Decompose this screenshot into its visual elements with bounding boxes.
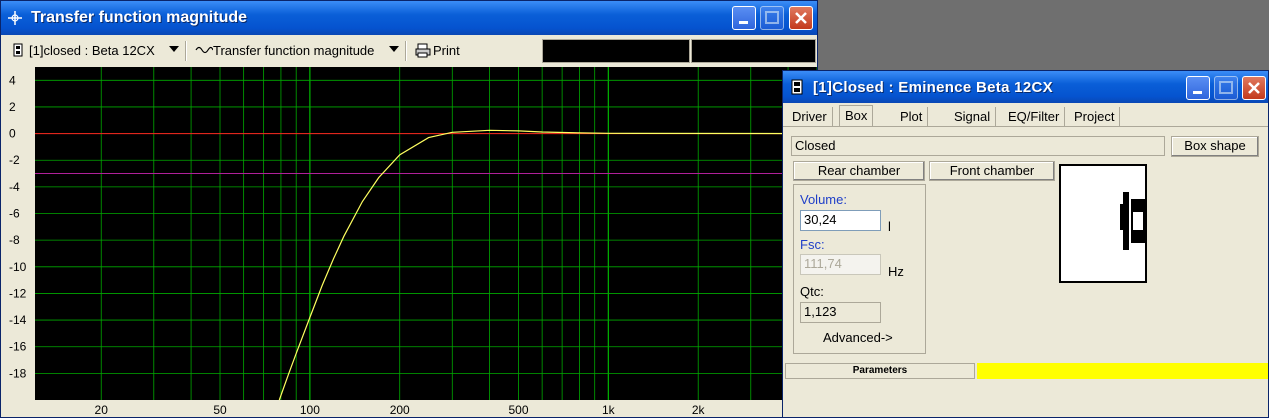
speaker-icon [791, 79, 803, 95]
fsc-label: Fsc: [800, 237, 825, 252]
plot-area [35, 67, 817, 400]
main-titlebar[interactable]: Transfer function magnitude [1, 1, 817, 35]
y-tick-label: -6 [9, 207, 20, 221]
volume-label: Volume: [800, 192, 847, 207]
status-label: Parameters [785, 363, 975, 379]
y-tick-label: 2 [9, 100, 16, 114]
maximize-icon [1219, 81, 1233, 94]
driver-select[interactable]: [1]closed : Beta 12CX [29, 41, 155, 61]
y-tick-label: 4 [9, 73, 16, 87]
box-shape-button[interactable]: Box shape [1171, 136, 1259, 157]
transfer-function-window: Transfer function magnitude [1]closed : … [0, 0, 818, 418]
box-type-field: Closed [791, 136, 1165, 156]
tab-divider [783, 126, 1268, 127]
dialog-title: [1]Closed : Eminence Beta 12CX [813, 79, 1053, 96]
readout-box-1 [542, 39, 690, 63]
graph-select[interactable]: Transfer function magnitude [213, 41, 374, 61]
minimize-icon [1193, 91, 1202, 94]
box-properties-window: [1]Closed : Eminence Beta 12CX Driver Bo… [782, 70, 1269, 418]
dialog-titlebar[interactable]: [1]Closed : Eminence Beta 12CX [783, 71, 1268, 103]
volume-unit: l [888, 219, 891, 234]
x-tick-label: 50 [213, 403, 227, 417]
driver-symbol-icon [1120, 192, 1145, 250]
y-tick-label: -16 [9, 340, 27, 354]
y-tick-label: -14 [9, 313, 27, 327]
front-chamber-button[interactable]: Front chamber [929, 161, 1055, 181]
minimize-icon [739, 21, 748, 24]
close-icon [1248, 82, 1260, 94]
speaker-icon [13, 43, 23, 57]
dialog-tabs: Driver Box Plot Signal EQ/Filter Project [783, 105, 1268, 127]
wave-icon [195, 46, 213, 54]
x-tick-label: 2k [692, 403, 706, 417]
x-tick-label: 1k [602, 403, 616, 417]
x-tick-label: 200 [390, 403, 410, 417]
tab-box[interactable]: Box [839, 105, 874, 127]
advanced-button[interactable]: Advanced-> [823, 330, 893, 345]
y-tick-label: -10 [9, 260, 27, 274]
maximize-button[interactable] [760, 6, 784, 30]
crosshair-icon [8, 11, 22, 25]
tab-signal[interactable]: Signal [949, 107, 997, 127]
box-diagram [1059, 164, 1147, 283]
close-icon [795, 12, 807, 24]
print-button[interactable]: Print [433, 41, 460, 61]
status-bar: Parameters [783, 363, 1268, 379]
readout-box-2 [691, 39, 816, 63]
x-tick-label: 100 [300, 403, 320, 417]
tab-driver[interactable]: Driver [787, 107, 833, 127]
close-button[interactable] [789, 6, 813, 30]
transfer-function-plot[interactable]: 420-2-4-6-8-10-12-14-16-1820 50 100 200 500 1… [5, 67, 817, 418]
qtc-field: 1,123 [800, 302, 881, 323]
y-tick-label: -8 [9, 233, 20, 247]
y-tick-label: -2 [9, 153, 20, 167]
y-tick-label: -12 [9, 286, 27, 300]
toolbar-separator [405, 41, 407, 61]
x-tick-label: 20 [95, 403, 109, 417]
maximize-icon [765, 11, 779, 24]
minimize-button[interactable] [1186, 76, 1210, 100]
maximize-button[interactable] [1214, 76, 1238, 100]
main-toolbar: [1]closed : Beta 12CX Transfer function … [5, 37, 816, 65]
fsc-unit: Hz [888, 264, 904, 279]
volume-input[interactable]: 30,24 [800, 210, 881, 231]
chevron-down-icon[interactable] [389, 46, 399, 53]
toolbar-separator [185, 41, 187, 61]
chevron-down-icon[interactable] [169, 46, 179, 53]
printer-icon [415, 43, 431, 58]
fsc-input[interactable]: 111,74 [800, 254, 881, 275]
tab-eq-filter[interactable]: EQ/Filter [1003, 107, 1066, 127]
minimize-button[interactable] [732, 6, 756, 30]
status-progress [977, 363, 1268, 379]
window-title: Transfer function magnitude [31, 9, 248, 26]
y-tick-label: -18 [9, 366, 27, 380]
x-tick-label: 500 [508, 403, 528, 417]
close-button[interactable] [1242, 76, 1266, 100]
tab-plot[interactable]: Plot [895, 107, 929, 127]
rear-chamber-button[interactable]: Rear chamber [793, 161, 925, 181]
qtc-label: Qtc: [800, 284, 824, 299]
tab-project[interactable]: Project [1069, 107, 1121, 127]
y-tick-label: 0 [9, 127, 16, 141]
y-tick-label: -4 [9, 180, 20, 194]
